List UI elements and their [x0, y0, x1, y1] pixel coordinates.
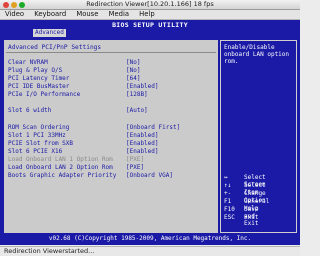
settings-panel: Advanced PCI/PnP Settings Clear NVRAM [N…	[4, 40, 218, 233]
setting-label: Load Onboard LAN 1 Option Rom	[8, 156, 113, 163]
setting-row[interactable]: PCI IDE BusMaster [Enabled]	[8, 83, 159, 90]
setting-label: Slot 6 width	[8, 107, 52, 114]
setting-label: Clear NVRAM	[8, 59, 48, 66]
setting-row[interactable]: Load Onboard LAN 2 Option Rom [PXE]	[8, 164, 144, 171]
setting-value[interactable]: [Enabled]	[126, 140, 159, 147]
help-text: Enable/Disable onboard LAN option rom.	[224, 44, 290, 65]
help-panel: Enable/Disable onboard LAN option rom. ↔…	[220, 40, 297, 233]
setting-label: PCI IDE BusMaster	[8, 83, 70, 90]
key-label: F1	[224, 198, 232, 205]
setting-value[interactable]: [No]	[126, 67, 140, 74]
panel-divider	[6, 52, 216, 53]
setting-row[interactable]: Slot 1 PCI 33MHz [Enabled]	[8, 132, 159, 139]
setting-row[interactable]: ROM Scan Ordering [Onboard First]	[8, 124, 180, 131]
zoom-window-icon[interactable]	[19, 1, 25, 8]
setting-row[interactable]: Plug & Play O/S [No]	[8, 67, 140, 74]
status-text: Redirection Viewerstarted...	[4, 247, 95, 255]
window-controls	[3, 1, 25, 8]
key-label: ESC	[224, 214, 235, 221]
setting-row[interactable]: Clear NVRAM [No]	[8, 59, 140, 66]
setting-label: PCIe I/O Performance	[8, 91, 81, 98]
setting-value[interactable]: [Onboard First]	[126, 124, 180, 131]
setting-value[interactable]: [Onboard VGA]	[126, 172, 173, 179]
key-description: Exit	[244, 214, 259, 221]
setting-label: Load Onboard LAN 2 Option Rom	[8, 164, 113, 171]
setting-row[interactable]: PCI Latency Timer [64]	[8, 75, 140, 82]
menu-keyboard[interactable]: Keyboard	[34, 10, 66, 18]
setting-row[interactable]: Slot 6 width [Auto]	[8, 107, 148, 114]
setting-label: ROM Scan Ordering	[8, 124, 70, 131]
setting-label: Boots Graphic Adapter Priority	[8, 172, 117, 179]
setting-value[interactable]: [No]	[126, 59, 140, 66]
close-window-icon[interactable]	[3, 1, 9, 8]
setting-value[interactable]: [Enabled]	[126, 83, 159, 90]
setting-row[interactable]: PCIe I/O Performance [128B]	[8, 91, 148, 98]
setting-label: PCI Latency Timer	[8, 75, 70, 82]
setting-value[interactable]: [Enabled]	[126, 148, 159, 155]
key-label: F10	[224, 206, 235, 213]
window-titlebar: Redirection Viewer[10.20.1.166] 18 fps	[0, 0, 300, 10]
key-label: ↔	[224, 174, 228, 181]
setting-row[interactable]: Boots Graphic Adapter Priority [Onboard …	[8, 172, 173, 179]
setting-label: Slot 1 PCI 33MHz	[8, 132, 66, 139]
window-title: Redirection Viewer[10.20.1.166] 18 fps	[86, 0, 214, 8]
setting-label: Slot 6 PCIE X16	[8, 148, 63, 155]
bios-footer: v02.68 (C)Copyright 1985-2009, American …	[48, 235, 252, 242]
setting-value[interactable]: [Enabled]	[126, 132, 159, 139]
setting-value[interactable]: [Auto]	[126, 107, 148, 114]
minimize-window-icon[interactable]	[11, 1, 17, 8]
bios-screen[interactable]: BIOS SETUP UTILITY Advanced Advanced PCI…	[0, 20, 300, 245]
bios-tab-bar: Advanced	[0, 29, 300, 37]
menu-media[interactable]: Media	[109, 10, 129, 18]
menu-help[interactable]: Help	[139, 10, 155, 18]
setting-row[interactable]: Slot 6 PCIE X16 [Enabled]	[8, 148, 159, 155]
bios-title: BIOS SETUP UTILITY	[112, 21, 188, 29]
key-label: +-	[224, 190, 232, 197]
tab-advanced[interactable]: Advanced	[33, 29, 66, 37]
menu-bar: Video Keyboard Mouse Media Help	[0, 10, 300, 20]
menu-video[interactable]: Video	[5, 10, 24, 18]
panel-title: Advanced PCI/PnP Settings	[8, 44, 102, 51]
setting-label: Plug & Play O/S	[8, 67, 63, 74]
setting-value[interactable]: [64]	[126, 75, 140, 82]
menu-mouse[interactable]: Mouse	[76, 10, 98, 18]
key-label: ↑↓	[224, 182, 232, 189]
setting-value[interactable]: [128B]	[126, 91, 148, 98]
setting-row[interactable]: PCIE Slot from SXB [Enabled]	[8, 140, 159, 147]
setting-label: PCIE Slot from SXB	[8, 140, 74, 147]
setting-row-selected[interactable]: Load Onboard LAN 1 Option Rom [PXE]	[8, 156, 144, 163]
setting-value[interactable]: [PXE]	[126, 156, 144, 163]
setting-value[interactable]: [PXE]	[126, 164, 144, 171]
